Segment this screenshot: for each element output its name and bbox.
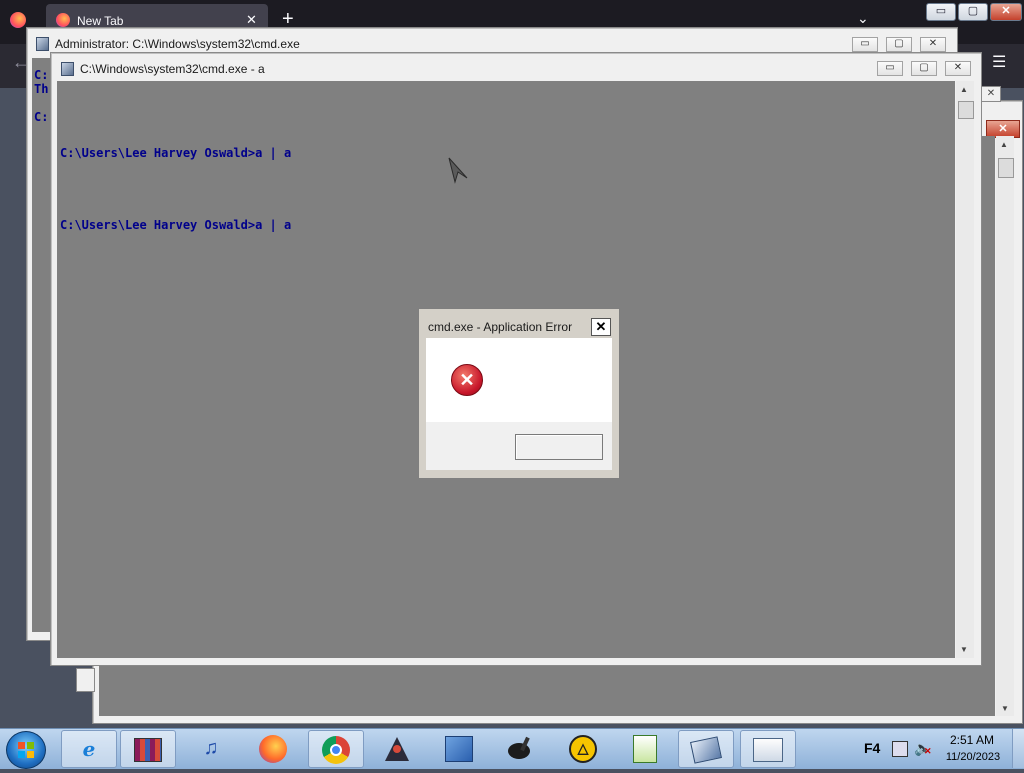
aimp-icon: △ bbox=[569, 734, 597, 763]
front-scrollbar-thumb[interactable] bbox=[958, 101, 974, 119]
tab-close-icon[interactable]: ✕ bbox=[246, 12, 257, 28]
front-window-scrollbar[interactable] bbox=[956, 81, 974, 658]
ie-icon: e bbox=[82, 737, 96, 761]
taskbar-java[interactable] bbox=[370, 730, 424, 766]
front-console-text: C:\Users\Lee Harvey Oswald>a | a C:\User… bbox=[60, 93, 291, 261]
scroll-up-arrow-icon[interactable]: ▲ bbox=[960, 85, 968, 94]
explorer-icon bbox=[753, 737, 783, 762]
dialog-ok-button[interactable] bbox=[515, 434, 603, 460]
front-window-title: C:\Windows\system32\cmd.exe - a bbox=[80, 62, 265, 76]
console-line: C:\Users\Lee Harvey Oswald>a | a bbox=[60, 146, 292, 160]
console-line: C:\Users\Lee Harvey Oswald>a | a bbox=[60, 218, 292, 232]
taskbar-gnuplot[interactable] bbox=[618, 730, 672, 766]
firefox-icon bbox=[259, 734, 287, 763]
taskbar-chrome[interactable] bbox=[308, 730, 364, 768]
back-scrollbar-thumb[interactable] bbox=[998, 158, 1014, 178]
dialog-close-button[interactable]: ✕ bbox=[591, 318, 611, 336]
tray-f4-icon[interactable]: F4 bbox=[864, 740, 880, 756]
dialog-title: cmd.exe - Application Error bbox=[428, 320, 573, 334]
hidden-window-close-icon[interactable]: ✕ bbox=[981, 86, 1001, 102]
taskbar-quartus[interactable] bbox=[432, 730, 486, 766]
java-icon bbox=[385, 736, 409, 761]
browser-minimize-button[interactable]: ▭ bbox=[926, 3, 956, 21]
cmd-app-icon bbox=[61, 62, 74, 76]
firefox-tab-icon bbox=[56, 13, 70, 27]
scroll-down-arrow-icon[interactable]: ▼ bbox=[1001, 704, 1009, 713]
browser-close-button[interactable]: ✕ bbox=[990, 3, 1022, 21]
scroll-down-arrow-icon[interactable]: ▼ bbox=[960, 645, 968, 654]
admin-close-button[interactable]: ✕ bbox=[920, 37, 946, 52]
taskbar-winrar[interactable] bbox=[120, 730, 176, 768]
scroll-up-arrow-icon[interactable]: ▲ bbox=[1000, 140, 1008, 149]
taskbar-aimp[interactable]: △ bbox=[556, 730, 610, 766]
taskbar-firefox[interactable] bbox=[246, 730, 300, 766]
chrome-icon bbox=[322, 735, 350, 764]
list-tabs-icon[interactable]: ⌄ bbox=[857, 10, 869, 27]
hamburger-menu-icon[interactable]: ☰ bbox=[992, 52, 1006, 72]
admin-window-title: Administrator: C:\Windows\system32\cmd.e… bbox=[55, 37, 300, 51]
taskbar-explorer[interactable] bbox=[740, 730, 796, 768]
taskbar-itunes[interactable]: ♫ bbox=[184, 730, 238, 766]
network-icon[interactable] bbox=[892, 741, 908, 757]
mouse-cursor-icon bbox=[448, 157, 468, 184]
clock-date[interactable]: 11/20/2023 bbox=[940, 751, 1006, 763]
error-icon: ✕ bbox=[451, 364, 483, 396]
admin-console-text: C: Th C: bbox=[34, 68, 48, 124]
front-close-button[interactable]: ✕ bbox=[945, 61, 971, 76]
console-line: C: bbox=[34, 68, 49, 82]
clock-time[interactable]: 2:51 AM bbox=[946, 733, 998, 747]
taskbar-ie[interactable]: e bbox=[61, 730, 117, 768]
console-line: C: bbox=[34, 110, 49, 124]
gnuplot-icon bbox=[633, 734, 657, 763]
browser-tab-title: New Tab bbox=[77, 14, 124, 28]
admin-maximize-button[interactable]: ▢ bbox=[886, 37, 912, 52]
cmd-icon bbox=[690, 736, 722, 764]
quartus-icon bbox=[445, 735, 473, 762]
browser-restore-button[interactable]: ▢ bbox=[958, 3, 988, 21]
front-maximize-button[interactable]: ▢ bbox=[911, 61, 937, 76]
itunes-icon: ♫ bbox=[203, 737, 219, 759]
volume-muted-icon: ✕ bbox=[924, 746, 932, 756]
console-line: Th bbox=[34, 82, 49, 96]
back-window-scrollbar[interactable] bbox=[996, 136, 1014, 716]
window-edge bbox=[76, 668, 95, 692]
winrar-icon bbox=[134, 737, 162, 762]
show-desktop-button[interactable] bbox=[1012, 729, 1024, 768]
start-button[interactable] bbox=[6, 731, 46, 769]
cmd-app-icon bbox=[36, 37, 49, 51]
admin-minimize-button[interactable]: ▭ bbox=[852, 37, 878, 52]
paint-icon bbox=[508, 736, 530, 759]
taskbar-cmd[interactable] bbox=[678, 730, 734, 768]
windows-logo-icon bbox=[18, 742, 34, 758]
front-minimize-button[interactable]: ▭ bbox=[877, 61, 903, 76]
firefox-logo-icon bbox=[10, 12, 26, 28]
taskbar-paint[interactable] bbox=[494, 730, 548, 766]
